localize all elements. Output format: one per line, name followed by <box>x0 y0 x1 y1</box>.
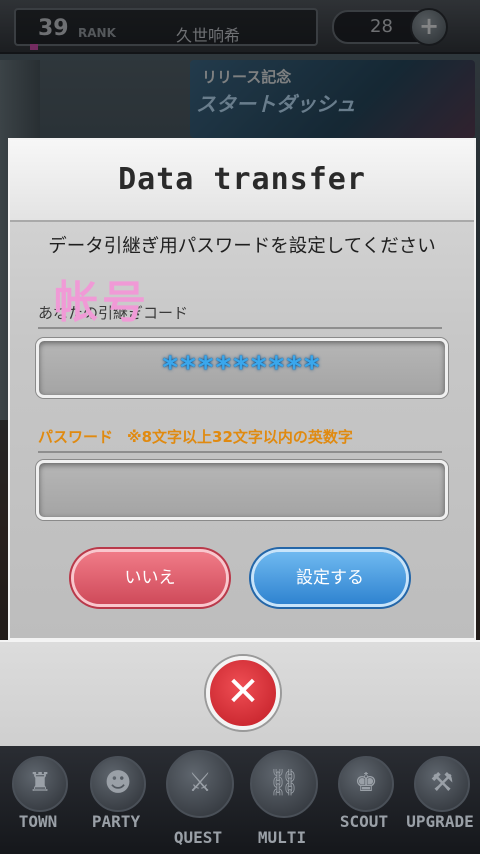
bottom-nav: ♜ TOWN ☻ PARTY ⚔ QUEST ⛓ MULTI ♚ SCOUT ⚒… <box>0 746 480 854</box>
nav-label: UPGRADE <box>406 812 474 831</box>
nav-scout[interactable]: ♚ SCOUT <box>326 746 406 854</box>
dialog-title: Data transfer <box>118 162 366 197</box>
nav-label: QUEST <box>173 828 223 847</box>
no-button[interactable]: いいえ <box>74 552 226 604</box>
multi-icon: ⛓ <box>250 750 318 818</box>
nav-party[interactable]: ☻ PARTY <box>78 746 158 854</box>
password-input[interactable] <box>36 460 448 520</box>
data-transfer-dialog: Data transfer データ引継ぎ用パスワードを設定してください あなたの… <box>8 138 476 640</box>
nav-quest[interactable]: ⚔ QUEST <box>160 746 240 854</box>
party-icon: ☻ <box>90 756 146 812</box>
quest-icon: ⚔ <box>166 750 234 818</box>
dialog-header: Data transfer <box>10 140 474 222</box>
close-button[interactable]: ✕ <box>206 656 280 730</box>
password-requirement: ※8文字以上32文字以内の英数字 <box>127 428 353 446</box>
password-label-row: パスワード ※8文字以上32文字以内の英数字 <box>38 426 442 453</box>
nav-label: MULTI <box>257 828 307 847</box>
set-button[interactable]: 設定する <box>254 552 406 604</box>
upgrade-icon: ⚒ <box>414 756 470 812</box>
nav-town[interactable]: ♜ TOWN <box>0 746 80 854</box>
nav-multi[interactable]: ⛓ MULTI <box>244 746 324 854</box>
transfer-code-field: ********* <box>36 338 448 398</box>
handwritten-overlay: 帐号 <box>54 277 150 328</box>
transfer-code-value: ********* <box>162 351 322 386</box>
password-label: パスワード <box>38 428 114 446</box>
nav-upgrade[interactable]: ⚒ UPGRADE <box>402 746 480 854</box>
nav-label: PARTY <box>91 812 141 831</box>
instruction-text: データ引継ぎ用パスワードを設定してください <box>48 236 436 257</box>
nav-label: TOWN <box>18 812 58 831</box>
scout-icon: ♚ <box>338 756 394 812</box>
nav-label: SCOUT <box>339 812 389 831</box>
castle-icon: ♜ <box>12 756 68 812</box>
